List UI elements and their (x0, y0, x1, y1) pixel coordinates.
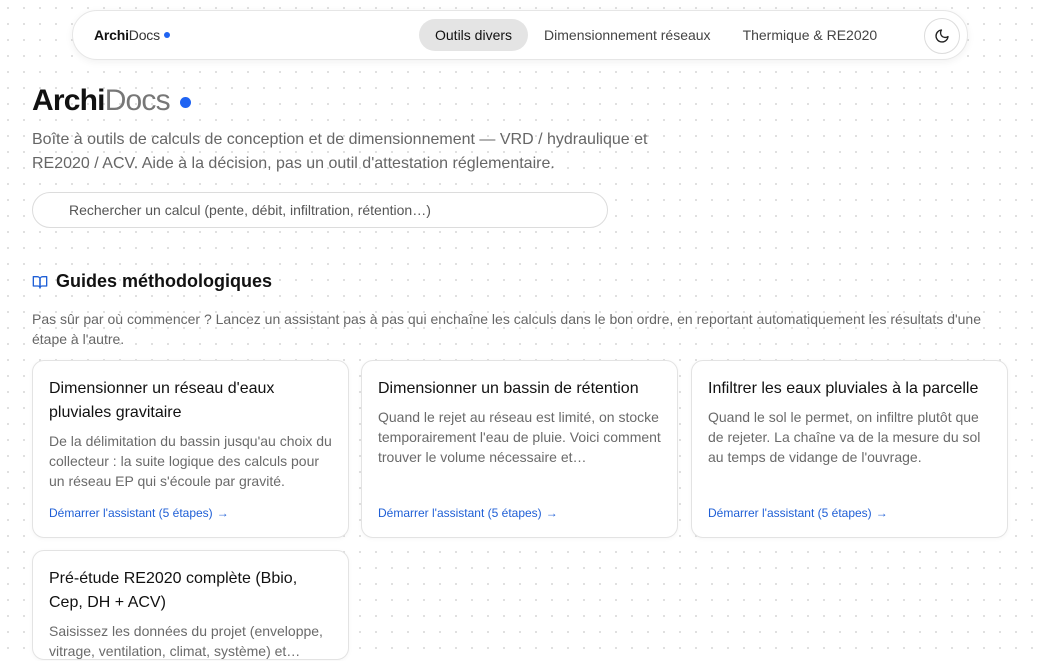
card-title: Dimensionner un réseau d'eaux pluviales … (49, 380, 275, 421)
brand-name-docs: Docs (128, 27, 160, 43)
top-nav: Archi Docs Outils divers Dimensionnement … (72, 10, 968, 60)
card-description: Quand le rejet au réseau est limité, on … (378, 409, 661, 465)
arrow-right-icon: → (875, 506, 888, 520)
tab-outils-divers[interactable]: Outils divers (419, 19, 529, 51)
link-label: Démarrer l'assistant (5 étapes) (708, 506, 872, 520)
start-assistant-link[interactable]: Démarrer l'assistant (5 étapes) → (49, 506, 229, 520)
search-input[interactable] (32, 192, 608, 228)
title-docs: Docs (104, 84, 171, 117)
card-description: Quand le sol le permet, on infiltre plut… (708, 409, 981, 465)
guide-card-re2020[interactable]: Pré-étude RE2020 complète (Bbio, Cep, DH… (32, 550, 349, 660)
card-description: Saisissez les données du projet (envelop… (49, 623, 323, 659)
brand-name-archi: Archi (94, 27, 129, 43)
guide-card-bassin-retention[interactable]: Dimensionner un bassin de rétention Quan… (361, 360, 678, 538)
guide-card-reseau-ep[interactable]: Dimensionner un réseau d'eaux pluviales … (32, 360, 349, 538)
page-subtitle: Boîte à outils de calculs de conception … (32, 131, 648, 172)
guide-card-infiltration[interactable]: Infiltrer les eaux pluviales à la parcel… (691, 360, 1008, 538)
title-archi: Archi (32, 84, 105, 117)
section-description: Pas sûr par où commencer ? Lancez un ass… (32, 311, 982, 347)
tab-thermique-re2020[interactable]: Thermique & RE2020 (727, 19, 894, 51)
nav-tabs: Outils divers Dimensionnement réseaux Th… (419, 19, 893, 51)
guides-header: Guides méthodologiques (32, 271, 272, 292)
book-open-icon (32, 275, 48, 289)
card-title: Infiltrer les eaux pluviales à la parcel… (708, 380, 979, 397)
tab-dimensionnement-reseaux[interactable]: Dimensionnement réseaux (528, 19, 727, 51)
arrow-right-icon: → (545, 506, 558, 520)
start-assistant-link[interactable]: Démarrer l'assistant (5 étapes) → (378, 506, 558, 520)
theme-toggle-button[interactable] (924, 18, 960, 54)
card-title: Pré-étude RE2020 complète (Bbio, Cep, DH… (49, 570, 298, 611)
link-label: Démarrer l'assistant (5 étapes) (49, 506, 213, 520)
page-title: Archi Docs (32, 84, 191, 118)
moon-icon (935, 29, 949, 43)
title-dot-icon (179, 96, 191, 108)
link-label: Démarrer l'assistant (5 étapes) (378, 506, 542, 520)
nav-brand-logo[interactable]: Archi Docs (94, 11, 170, 59)
arrow-right-icon: → (216, 506, 229, 520)
card-title: Dimensionner un bassin de rétention (378, 380, 639, 397)
start-assistant-link[interactable]: Démarrer l'assistant (5 étapes) → (708, 506, 888, 520)
brand-dot-icon (163, 32, 170, 38)
card-description: De la délimitation du bassin jusqu'au ch… (49, 433, 332, 489)
section-title: Guides méthodologiques (56, 271, 273, 291)
